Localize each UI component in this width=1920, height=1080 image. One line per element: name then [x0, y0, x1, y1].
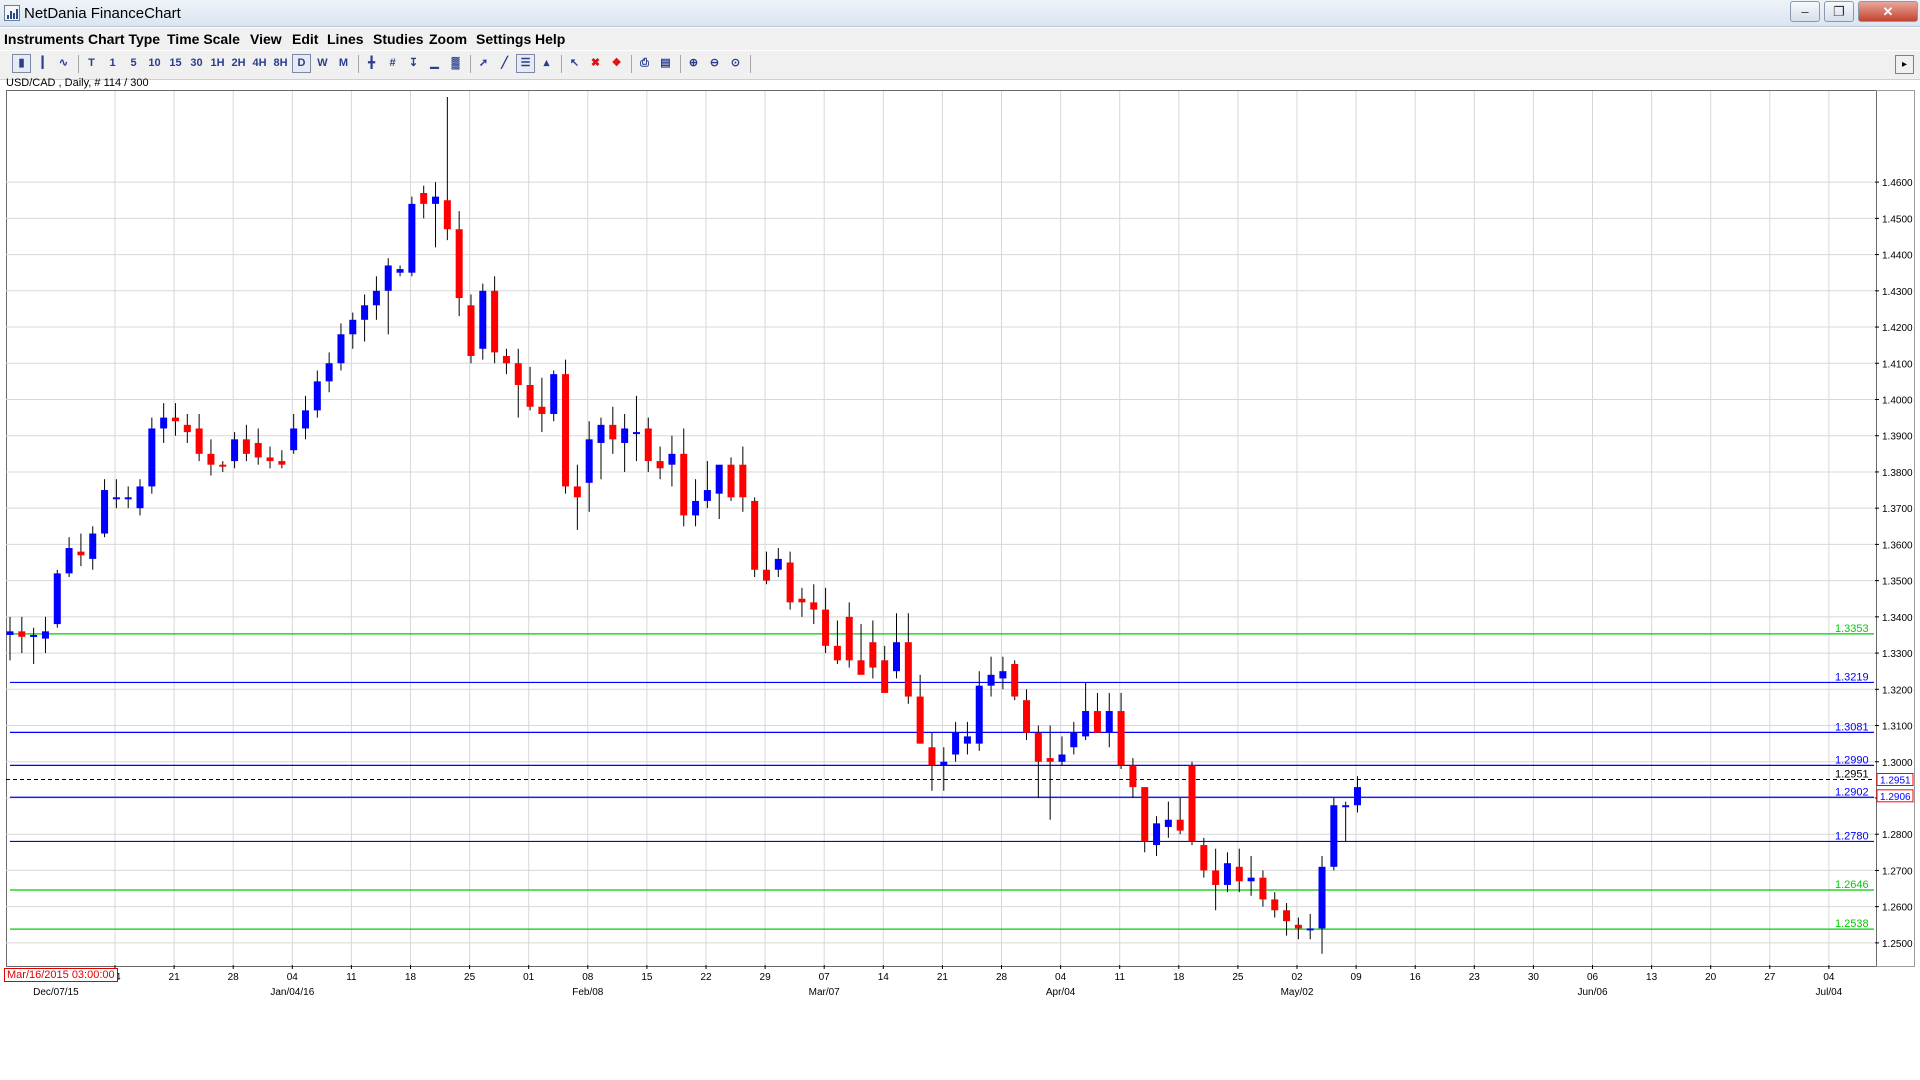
restore-icon: ❐ — [1833, 4, 1845, 19]
channel-icon[interactable]: ╱ — [495, 54, 514, 73]
delete-icon[interactable]: ✖ — [586, 54, 605, 73]
title-bar: NetDania FinanceChart – ❐ ✕ — [0, 0, 1920, 27]
menu-chart-type[interactable]: Chart Type — [88, 31, 160, 47]
close-icon: ✕ — [1882, 4, 1894, 19]
timescale-8h-button[interactable]: 8H — [271, 54, 290, 73]
fan-icon[interactable]: ▴ — [537, 54, 556, 73]
trendline-icon[interactable]: ➚ — [474, 54, 493, 73]
delete-all-icon[interactable]: ❖ — [607, 54, 626, 73]
minimize-icon: – — [1801, 4, 1809, 19]
menu-lines[interactable]: Lines — [327, 31, 364, 47]
menu-time-scale[interactable]: Time Scale — [167, 31, 240, 47]
menu-settings[interactable]: Settings — [476, 31, 531, 47]
arrow-down-icon[interactable]: ↧ — [404, 54, 423, 73]
timescale-daily-button[interactable]: D — [292, 54, 311, 73]
menu-instruments[interactable]: Instruments — [4, 31, 84, 47]
candlestick-chart-icon[interactable]: ▮ — [12, 54, 31, 73]
timescale-4h-button[interactable]: 4H — [250, 54, 269, 73]
timescale-10min-button[interactable]: 10 — [145, 54, 164, 73]
timescale-30min-button[interactable]: 30 — [187, 54, 206, 73]
volume-icon[interactable]: ▁ — [425, 54, 444, 73]
menu-bar: Instruments Chart Type Time Scale View E… — [0, 28, 1920, 50]
menu-studies[interactable]: Studies — [373, 31, 424, 47]
toolbar: ▮ ┃ ∿ T 1 5 10 15 30 1H 2H 4H 8H D W M ╋… — [0, 51, 1920, 80]
timescale-1h-button[interactable]: 1H — [208, 54, 227, 73]
grid-icon[interactable]: # — [383, 54, 402, 73]
bar-volume-icon[interactable]: ▓ — [446, 54, 465, 73]
menu-help[interactable]: Help — [535, 31, 565, 47]
menu-zoom[interactable]: Zoom — [429, 31, 467, 47]
zoom-out-icon[interactable]: ⊖ — [705, 54, 724, 73]
fibonacci-icon[interactable]: ☰ — [516, 54, 535, 73]
price-axis[interactable] — [1876, 90, 1915, 967]
timescale-15min-button[interactable]: 15 — [166, 54, 185, 73]
bar-chart-icon[interactable]: ┃ — [33, 54, 52, 73]
timescale-1min-button[interactable]: 1 — [103, 54, 122, 73]
timescale-weekly-button[interactable]: W — [313, 54, 332, 73]
app-chart-icon — [4, 5, 20, 21]
close-button[interactable]: ✕ — [1858, 1, 1918, 22]
pointer-icon[interactable]: ↖ — [565, 54, 584, 73]
minimize-button[interactable]: – — [1790, 1, 1820, 22]
maximize-button[interactable]: ❐ — [1824, 1, 1854, 22]
timescale-5min-button[interactable]: 5 — [124, 54, 143, 73]
menu-view[interactable]: View — [250, 31, 282, 47]
line-chart-icon[interactable]: ∿ — [54, 54, 73, 73]
print-icon[interactable]: ⎙ — [635, 54, 654, 73]
menu-edit[interactable]: Edit — [292, 31, 318, 47]
crosshair-date-label: Mar/16/2015 03:00:00 — [4, 968, 118, 982]
crosshair-icon[interactable]: ╋ — [362, 54, 381, 73]
chart-instrument-label: USD/CAD , Daily, # 114 / 300 — [6, 77, 149, 89]
print-preview-icon[interactable]: ▤ — [656, 54, 675, 73]
timescale-monthly-button[interactable]: M — [334, 54, 353, 73]
timescale-2h-button[interactable]: 2H — [229, 54, 248, 73]
plot-area[interactable] — [6, 90, 1877, 967]
zoom-reset-icon[interactable]: ⊙ — [726, 54, 745, 73]
time-axis[interactable] — [6, 966, 1875, 1003]
panel-toggle-icon[interactable]: ▸ — [1895, 55, 1914, 74]
zoom-in-icon[interactable]: ⊕ — [684, 54, 703, 73]
window-title: NetDania FinanceChart — [24, 5, 181, 22]
timescale-tick-button[interactable]: T — [82, 54, 101, 73]
